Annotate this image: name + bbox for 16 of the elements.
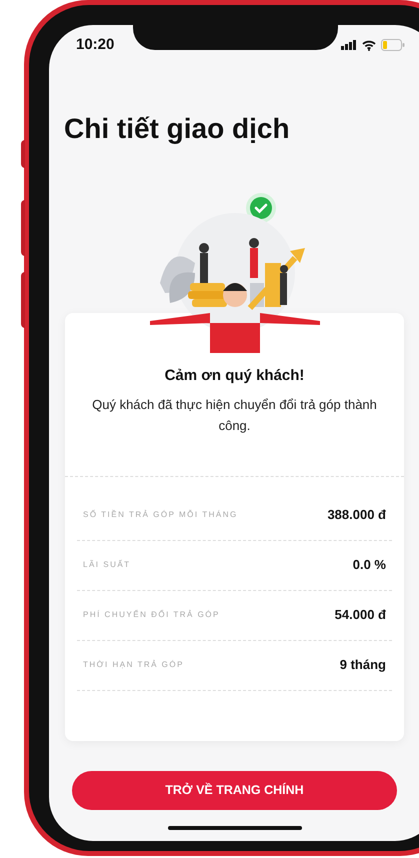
detail-label: SỐ TIỀN TRẢ GÓP MỖI THÁNG <box>82 509 238 521</box>
detail-value: 9 tháng <box>340 656 387 674</box>
detail-value: 54.000 đ <box>334 606 387 624</box>
detail-value: 0.0 % <box>352 556 387 574</box>
detail-label: LÃI SUẤT <box>82 559 131 571</box>
detail-label: THỜI HẠN TRẢ GÓP <box>82 659 184 671</box>
battery-icon <box>381 39 405 51</box>
signal-icon <box>341 40 357 50</box>
thank-you-heading: Cảm ơn quý khách! <box>164 366 306 386</box>
wifi-icon <box>362 40 376 50</box>
page-title: Chi tiết giao dịch <box>64 115 291 143</box>
return-home-button[interactable]: TRỞ VỀ TRANG CHÍNH <box>72 771 397 810</box>
detail-label: PHÍ CHUYỂN ĐỔI TRẢ GÓP <box>82 609 220 621</box>
detail-value: 388.000 đ <box>327 506 387 524</box>
success-message: Quý khách đã thực hiện chuyển đổi trả góp thành công. <box>91 396 378 435</box>
status-time: 10:20 <box>76 34 114 55</box>
